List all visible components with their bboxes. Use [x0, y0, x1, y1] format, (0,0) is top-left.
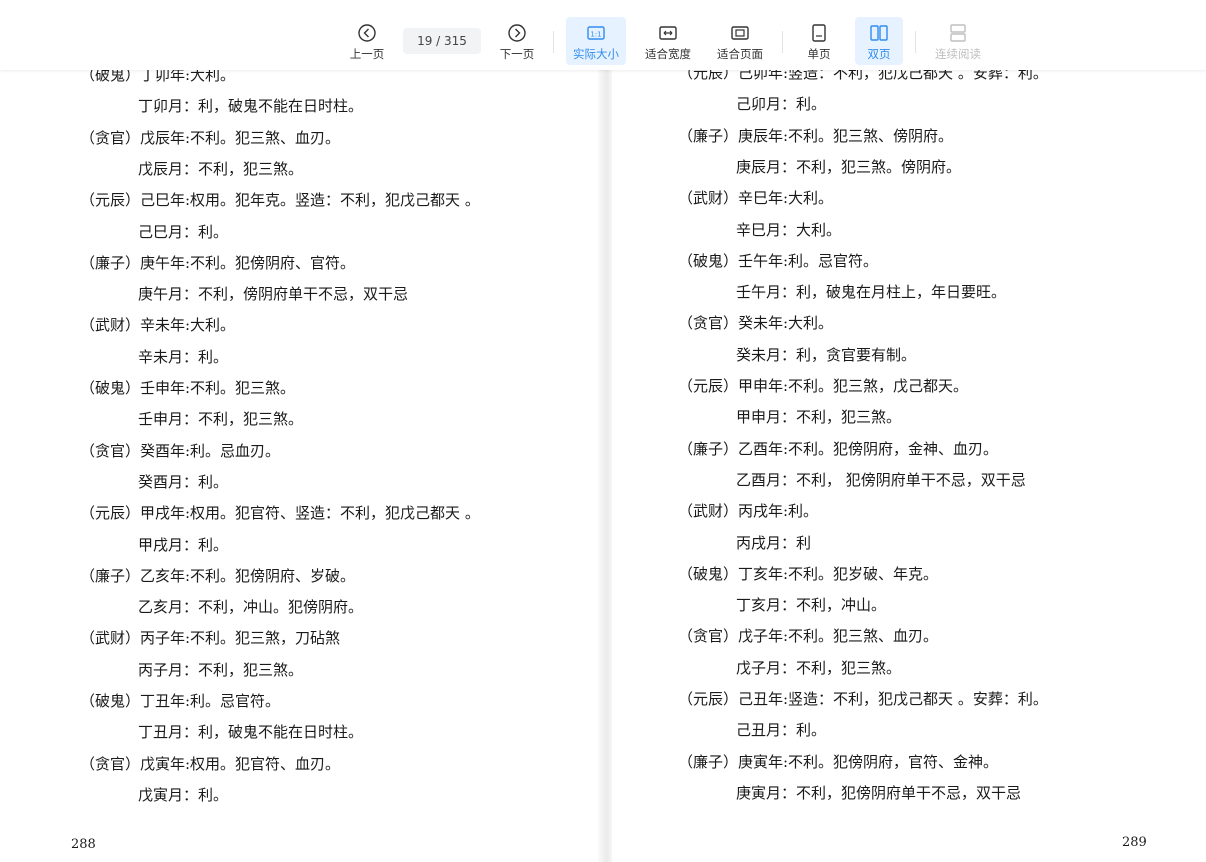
- month-entry-line: 己巳月：利。: [138, 222, 229, 241]
- single-page-button[interactable]: 单页: [795, 17, 843, 65]
- year-entry-line: （武财）丙子年:不利。犯三煞，刀砧煞: [80, 629, 341, 648]
- month-entry-line: 丁卯月：利，破鬼不能在日时柱。: [138, 97, 364, 116]
- chevron-left-circle-icon: [358, 24, 376, 42]
- month-entry-line: 己丑月：利。: [736, 721, 827, 740]
- year-entry-line: （元辰）己巳年:权用。犯年克。竖造：不利，犯戊己都天 。: [80, 191, 480, 210]
- fit-page-button[interactable]: 适合页面: [710, 17, 770, 65]
- double-page-label: 双页: [867, 47, 891, 61]
- prev-page-label: 上一页: [349, 47, 385, 61]
- year-entry-line: （廉子）乙酉年:不利。犯傍阴府，金神、血刃。: [678, 439, 999, 458]
- month-entry-line: 甲戌月：利。: [138, 535, 229, 554]
- month-entry-line: 戊寅月：利。: [138, 785, 229, 804]
- continuous-read-button[interactable]: 连续阅读: [928, 17, 988, 65]
- year-entry-line: （元辰）甲戌年:权用。犯官符、竖造：不利，犯戊己都天 。: [80, 504, 480, 523]
- month-entry-line: 辛巳月：大利。: [736, 220, 842, 239]
- year-entry-line: （贪官）癸酉年:利。忌血刃。: [80, 441, 281, 460]
- month-entry-line: 丁亥月：不利，冲山。: [736, 596, 887, 615]
- month-entry-line: 庚辰月：不利，犯三煞。傍阴府。: [736, 157, 962, 176]
- page-gutter: [598, 70, 606, 862]
- chevron-right-circle-icon: [508, 24, 526, 42]
- month-entry-line: 壬申月：不利，犯三煞。: [138, 410, 304, 429]
- month-entry-line: 庚寅月：不利，犯傍阴府单干不忌，双干忌: [736, 783, 1022, 802]
- month-entry-line: 丙子月：不利，犯三煞。: [138, 660, 304, 679]
- fit-page-icon: [731, 26, 749, 40]
- next-page-label: 下一页: [499, 47, 535, 61]
- year-entry-line: （贪官）戊辰年:不利。犯三煞、血刃。: [80, 128, 341, 147]
- year-entry-line: （武财）辛巳年:大利。: [678, 189, 834, 208]
- page-indicator[interactable]: 19 / 315: [403, 28, 481, 54]
- toolbar-divider: [782, 31, 783, 53]
- month-entry-line: 乙酉月：不利， 犯傍阴府单干不忌，双干忌: [736, 470, 1026, 489]
- year-entry-line: （破鬼）壬午年:利。忌官符。: [678, 251, 879, 270]
- year-entry-line: （武财）辛未年:大利。: [80, 316, 236, 335]
- month-entry-line: 己卯月：利。: [736, 95, 827, 114]
- reader-toolbar: 上一页 19 / 315 下一页 1:1 实际大小 适合宽度 适合页面 单页 双…: [0, 0, 1206, 70]
- svg-text:1:1: 1:1: [590, 31, 601, 39]
- next-page-button[interactable]: 下一页: [493, 17, 541, 65]
- continuous-read-label: 连续阅读: [935, 47, 981, 61]
- year-entry-line: （武财）丙戌年:利。: [678, 502, 819, 521]
- year-entry-line: （贪官）戊寅年:权用。犯官符、血刃。: [80, 754, 341, 773]
- single-page-icon: [812, 24, 826, 42]
- month-entry-line: 丁丑月：利，破鬼不能在日时柱。: [138, 723, 364, 742]
- year-entry-line: （廉子）庚寅年:不利。犯傍阴府，官符、金神。: [678, 752, 999, 771]
- month-entry-line: 乙亥月：不利，冲山。犯傍阴府。: [138, 598, 364, 617]
- single-page-label: 单页: [807, 47, 831, 61]
- prev-page-button[interactable]: 上一页: [343, 17, 391, 65]
- year-entry-line: （贪官）戊子年:不利。犯三煞、血刃。: [678, 627, 939, 646]
- month-entry-line: 丙戌月：利: [736, 533, 812, 552]
- month-entry-line: 辛未月：利。: [138, 347, 229, 366]
- toolbar-divider: [915, 31, 916, 53]
- toolbar-divider: [553, 31, 554, 53]
- continuous-read-icon: [950, 24, 966, 42]
- month-entry-line: 甲申月：不利，犯三煞。: [736, 408, 902, 427]
- year-entry-line: （廉子）庚辰年:不利。犯三煞、傍阴府。: [678, 126, 954, 145]
- year-entry-line: （廉子）乙亥年:不利。犯傍阴府、岁破。: [80, 566, 356, 585]
- month-entry-line: 戊辰月：不利，犯三煞。: [138, 159, 304, 178]
- year-entry-line: （破鬼）壬申年:不利。犯三煞。: [80, 379, 296, 397]
- year-entry-line: （元辰）己丑年:竖造：不利，犯戊己都天 。安葬：利。: [678, 690, 1048, 708]
- month-entry-line: 庚午月：不利，傍阴府单干不忌，双干忌: [138, 285, 409, 304]
- year-entry-line: （元辰）甲申年:不利。犯三煞，戊己都天。: [678, 377, 969, 395]
- actual-size-label: 实际大小: [573, 47, 619, 61]
- right-page: 289 （元辰）己卯年:竖造：不利，犯戊己都天 。安葬：利。己卯月：利。 （廉子）…: [612, 70, 1206, 862]
- page-number: 289: [1122, 835, 1147, 850]
- year-entry-line: （破鬼）丁卯年:大利。: [80, 70, 236, 84]
- actual-size-icon: 1:1: [587, 26, 605, 40]
- fit-width-button[interactable]: 适合宽度: [638, 17, 698, 65]
- month-entry-line: 癸未月：利，贪官要有制。: [736, 345, 917, 364]
- month-entry-line: 壬午月：利，破鬼在月柱上，年日要旺。: [736, 283, 1007, 302]
- actual-size-button[interactable]: 1:1 实际大小: [566, 17, 626, 65]
- fit-width-label: 适合宽度: [645, 47, 691, 61]
- left-page: 288 （破鬼）丁卯年:大利。丁卯月：利，破鬼不能在日时柱。 （贪官）戊辰年:不利…: [0, 70, 598, 862]
- year-entry-line: （元辰）己卯年:竖造：不利，犯戊己都天 。安葬：利。: [678, 70, 1048, 82]
- month-entry-line: 癸酉月：利。: [138, 472, 229, 491]
- fit-page-label: 适合页面: [717, 47, 763, 61]
- page-number: 288: [71, 837, 96, 852]
- year-entry-line: （廉子）庚午年:不利。犯傍阴府、官符。: [80, 253, 356, 272]
- double-page-icon: [870, 25, 888, 41]
- double-page-button[interactable]: 双页: [855, 17, 903, 65]
- year-entry-line: （破鬼）丁丑年:利。忌官符。: [80, 692, 281, 710]
- month-entry-line: 戊子月：不利，犯三煞。: [736, 658, 902, 677]
- year-entry-line: （贪官）癸未年:大利。: [678, 314, 834, 333]
- page-indicator-text: 19 / 315: [417, 34, 467, 48]
- fit-width-icon: [659, 26, 677, 40]
- year-entry-line: （破鬼）丁亥年:不利。犯岁破、年克。: [678, 564, 939, 583]
